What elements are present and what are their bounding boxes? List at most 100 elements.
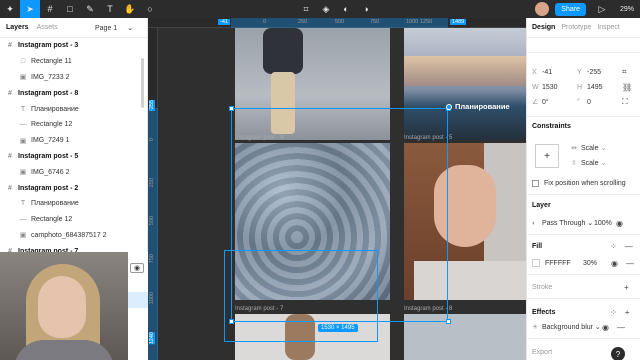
layer-row[interactable]: — Rectangle 12 (0, 117, 147, 133)
rotation-field[interactable]: ∠ 0° (532, 98, 577, 107)
zoom-level[interactable]: 29% (620, 6, 634, 13)
effects-add-icon[interactable]: + (625, 308, 630, 317)
layer-frame-row[interactable]: # Instagram post - 8 (0, 85, 147, 101)
ruler-tick: 1489 (450, 19, 467, 25)
rectangle-layer-icon: — (19, 121, 27, 129)
layer-row[interactable]: ▣ IMG_7233 2 (0, 70, 147, 86)
layer-name: IMG_6746 2 (31, 168, 70, 176)
boolean-tool-icon[interactable]: ◐ (336, 0, 356, 18)
layer-name: Планирование (31, 200, 79, 208)
mask-tool-icon[interactable]: ◈ (316, 0, 336, 18)
shape-tool-icon[interactable]: □ (60, 0, 80, 18)
y-field[interactable]: Y -255 (577, 69, 622, 76)
help-icon[interactable]: ? (611, 347, 625, 360)
fill-eye-icon[interactable]: ◉ (611, 259, 618, 268)
effect-type-select[interactable]: Background blur ⌄ (542, 323, 602, 331)
present-icon[interactable]: ▷ (592, 0, 612, 18)
tab-inspect[interactable]: Inspect (597, 24, 620, 31)
layer-row[interactable]: □ Rectangle 11 (0, 54, 147, 70)
image-layer-icon: ▣ (19, 74, 27, 82)
text-layer-icon: T (20, 200, 26, 208)
layer-row[interactable]: ▣ camphoto_684387517 2 (0, 228, 147, 244)
component-tool-icon[interactable]: ⌗ (296, 0, 316, 18)
constraint-widget[interactable]: + (535, 144, 559, 168)
fill-styles-icon[interactable]: ⁘ (610, 242, 617, 251)
user-avatar[interactable] (535, 2, 550, 16)
h-field[interactable]: H 1495 (577, 84, 622, 91)
layer-name: Instagram post - 3 (18, 42, 79, 50)
rotation-icon: ∠ (532, 99, 539, 106)
vertical-constraint-icon: ⇳ (571, 160, 577, 167)
layer-row[interactable]: T Планирование (0, 101, 147, 117)
w-field[interactable]: W 1530 (532, 84, 577, 91)
horizontal-constraint-icon: ⇹ (571, 145, 577, 152)
tab-assets[interactable]: Assets (37, 24, 58, 31)
pen-tool-icon[interactable]: ✎ (80, 0, 100, 18)
constraint-horizontal[interactable]: ⇹ Scale ⌄ (571, 142, 635, 154)
fill-opacity[interactable]: 30% (583, 260, 611, 267)
resize-handle-tl[interactable] (229, 106, 234, 111)
constraint-vertical[interactable]: ⇳ Scale ⌄ (571, 157, 635, 169)
constraints-title: Constraints (532, 123, 571, 130)
resize-handle-bl[interactable] (229, 319, 234, 324)
resize-handle-br[interactable] (446, 319, 451, 324)
constrain-proportions-icon[interactable]: ⛓ (622, 83, 632, 92)
layer-name: Планирование (31, 105, 79, 113)
layer-name: Rectangle 12 (31, 216, 73, 224)
selection-layer-label[interactable]: Планирование (446, 102, 510, 111)
page-selector[interactable]: Page 1 ⌄ (95, 24, 133, 32)
layer-name: IMG_7233 2 (31, 73, 70, 81)
tab-layers[interactable]: Layers (6, 24, 29, 31)
move-tool-icon[interactable]: ➤ (20, 0, 40, 18)
layer-row[interactable]: ▣ IMG_6746 2 (0, 164, 147, 180)
text-tool-icon[interactable]: T (100, 0, 120, 18)
layer-frame-row[interactable]: # Instagram post - 3 (0, 38, 147, 54)
fill-swatch[interactable] (532, 259, 540, 267)
layer-frame-row[interactable]: # Instagram post - 5 (0, 149, 147, 165)
frame-icon: # (8, 89, 12, 97)
ruler-vertical: -255 0 250 500 750 1000 1240 (148, 28, 158, 360)
effect-settings-icon[interactable]: ☀ (532, 323, 542, 331)
share-button[interactable]: Share (555, 2, 586, 16)
tab-prototype[interactable]: Prototype (561, 24, 591, 31)
fix-position-checkbox[interactable] (532, 179, 539, 187)
fill-delete-icon[interactable]: — (626, 259, 634, 268)
size-row: W 1530 H 1495 ⛓ (532, 81, 635, 93)
effects-styles-icon[interactable]: ⁘ (610, 308, 617, 317)
frame-tool-icon[interactable]: # (40, 0, 60, 18)
comment-tool-icon[interactable]: ○ (140, 0, 160, 18)
ruler-horizontal: -41 0 250 500 750 1000 1250 1489 (148, 18, 526, 28)
effect-eye-icon[interactable]: ◉ (602, 323, 609, 332)
stroke-add-icon[interactable]: + (624, 283, 629, 292)
layer-row[interactable]: T Планирование (0, 196, 147, 212)
fix-position-row[interactable]: Fix position when scrolling (532, 177, 635, 189)
layer-frame-row[interactable]: # Instagram post - 2 (0, 180, 147, 196)
layer-row[interactable]: — Rectangle 12 (0, 212, 147, 228)
effect-remove-icon[interactable]: — (617, 323, 625, 332)
x-field[interactable]: X -41 (532, 69, 577, 76)
fill-tool-icon[interactable]: ◑ (356, 0, 376, 18)
fill-hex[interactable]: FFFFFF (545, 260, 583, 267)
independent-corners-icon[interactable]: ⛶ (622, 97, 628, 107)
tab-design[interactable]: Design (532, 24, 555, 31)
selected-layer-row[interactable] (128, 292, 148, 308)
blend-mode-select[interactable]: Pass Through ⌄ (542, 219, 594, 227)
layer-opacity[interactable]: 100% (594, 220, 616, 227)
design-canvas[interactable]: Instagram post - 4 Instagram post - 5 In… (148, 18, 526, 360)
radius-field[interactable]: ⌜ 0 (577, 98, 622, 107)
rectangle-layer-icon: □ (20, 58, 26, 66)
hand-tool-icon[interactable]: ✋ (120, 0, 140, 18)
ruler-tick: 0 (149, 138, 155, 142)
top-toolbar: ✦ ➤ # □ ✎ T ✋ ○ ⌗ ◈ ◐ ◑ Share ▷ 29% (0, 0, 640, 18)
layer-row[interactable]: ▣ IMG_7249 1 (0, 133, 147, 149)
ruler-tick: 0 (263, 19, 267, 25)
align-icon[interactable]: ⌗ (622, 67, 627, 77)
fill-remove-icon[interactable]: — (625, 242, 633, 251)
ruler-tick: 250 (149, 178, 155, 188)
ruler-tick: -255 (149, 100, 155, 112)
rotation-row: ∠ 0° ⌜ 0 ⛶ (532, 96, 635, 108)
menu-icon[interactable]: ✦ (0, 0, 20, 18)
visibility-eye-icon[interactable]: ◉ (130, 263, 144, 273)
layers-scrollbar[interactable] (141, 58, 144, 108)
eye-icon[interactable]: ◉ (616, 219, 623, 228)
